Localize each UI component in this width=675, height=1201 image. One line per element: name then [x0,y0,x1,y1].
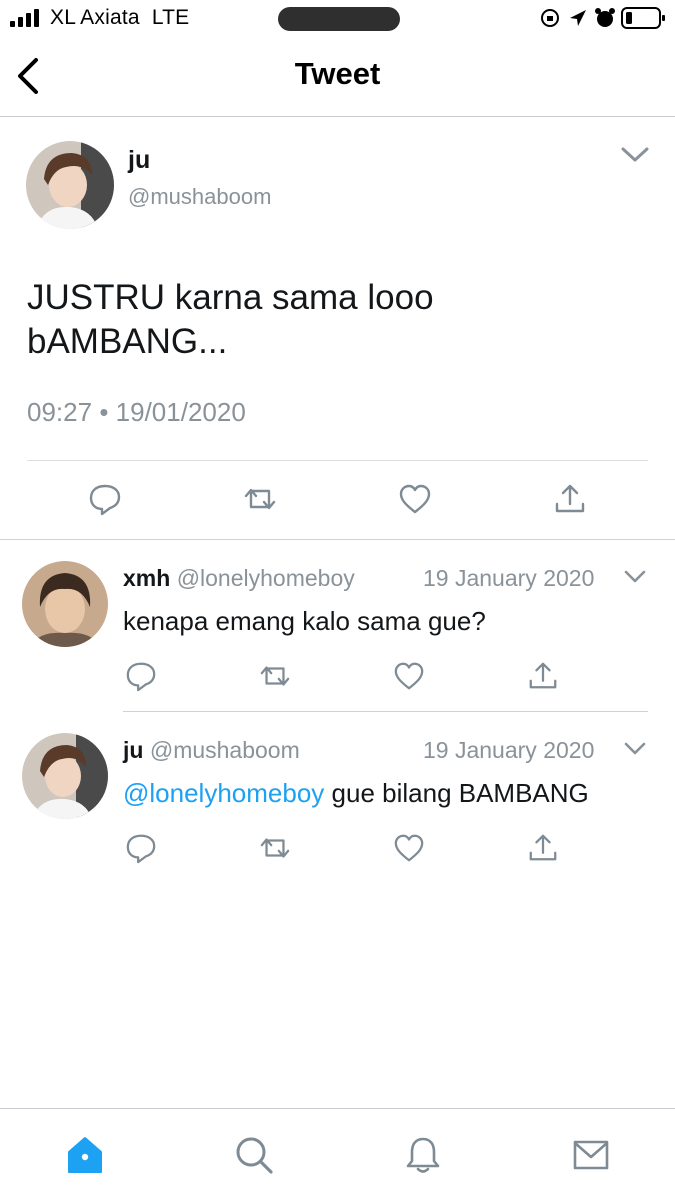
status-bar: XL Axiata LTE [0,0,675,38]
mail-icon[interactable] [571,1135,611,1175]
notch [278,7,400,31]
bell-icon[interactable] [403,1135,443,1175]
divider [27,460,648,461]
heart-icon[interactable] [393,832,425,864]
avatar-image [22,733,108,819]
author-handle[interactable]: @mushaboom [150,737,300,763]
reply-text: kenapa emang kalo sama gue? [123,606,486,636]
tweet-timestamp: 09:27 • 19/01/2020 [27,397,246,427]
home-icon[interactable] [65,1135,105,1175]
author-name[interactable]: ju [123,737,143,763]
signal-icon [10,9,39,27]
reply-icon[interactable] [125,660,157,692]
rotation-lock-icon [541,9,559,27]
reply-date: 19 January 2020 [423,737,595,763]
status-icons [541,7,665,29]
alarm-icon [595,8,615,27]
reply-date: 19 January 2020 [423,565,595,591]
search-icon[interactable] [234,1135,274,1175]
carrier-label: XL Axiata LTE [50,6,190,29]
page-title: Tweet [294,56,381,91]
avatar-image [26,141,114,229]
author-handle[interactable]: @mushaboom [128,184,271,210]
avatar[interactable] [22,561,108,647]
mention-link[interactable]: @lonelyhomeboy [123,778,324,808]
reply-text-body: gue bilang BAMBANG [331,778,589,808]
retweet-icon[interactable] [259,832,291,864]
reply-icon[interactable] [125,832,157,864]
divider [123,711,648,712]
location-icon [570,10,586,26]
reply-icon[interactable] [88,482,122,516]
heart-icon[interactable] [398,482,432,516]
chevron-down-icon[interactable] [620,144,650,166]
tweet-text-line: JUSTRU karna sama looo [27,278,434,317]
chevron-down-icon[interactable] [623,740,647,758]
reply-header: ju @mushaboom [123,737,300,764]
retweet-icon[interactable] [259,660,291,692]
author-name[interactable]: ju [128,146,150,175]
tab-bar [0,1108,675,1201]
tweet-text-line: bAMBANG... [27,322,228,361]
reply-header: xmh @lonelyhomeboy [123,565,355,592]
avatar[interactable] [22,733,108,819]
back-icon[interactable] [14,56,42,96]
author-name[interactable]: xmh [123,565,170,591]
divider [0,539,675,540]
share-icon[interactable] [553,482,587,516]
share-icon[interactable] [527,832,559,864]
heart-icon[interactable] [393,660,425,692]
retweet-icon[interactable] [243,482,277,516]
tweet-text: JUSTRU karna sama looo bAMBANG... [27,276,647,364]
share-icon[interactable] [527,660,559,692]
author-handle[interactable]: @lonelyhomeboy [177,565,355,591]
reply-text: @lonelyhomeboy gue bilang BAMBANG [123,778,589,809]
chevron-down-icon[interactable] [623,568,647,586]
header: Tweet [0,38,675,117]
avatar[interactable] [26,141,114,229]
battery-icon [621,7,665,29]
avatar-image [22,561,108,647]
